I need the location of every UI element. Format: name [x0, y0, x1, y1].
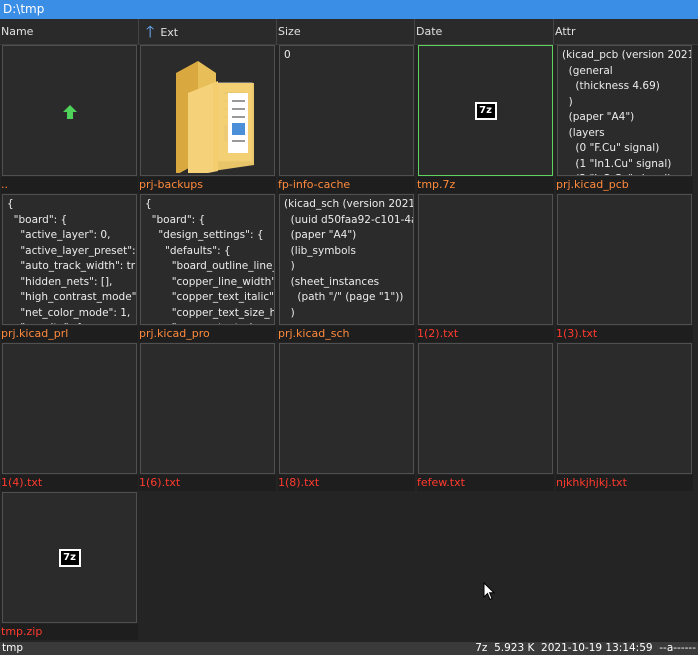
file-tile[interactable] — [418, 194, 553, 325]
file-tile[interactable] — [2, 343, 137, 474]
file-tile[interactable] — [279, 343, 414, 474]
file-name-label: tmp.7z — [417, 177, 554, 193]
column-ext-label: Ext — [160, 26, 179, 39]
status-folder: tmp — [2, 642, 24, 654]
file-name-label: njkhkjhjkj.txt — [556, 475, 693, 491]
column-header: Name 🡑 Ext Size Date Attr — [0, 19, 698, 45]
file-tile[interactable] — [140, 45, 275, 176]
archive-7z-icon: 7z — [58, 548, 81, 567]
archive-7z-icon: 7z — [474, 101, 497, 120]
file-name-label: tmp.zip — [1, 624, 138, 640]
file-name-label: 1(2).txt — [417, 326, 554, 342]
file-name-label: fefew.txt — [417, 475, 554, 491]
file-name-label: fp-info-cache — [278, 177, 415, 193]
file-name-label: 1(6).txt — [139, 475, 276, 491]
status-bar: tmp 7z 5.923 K 2021-10-19 13:14:59 --a--… — [0, 642, 698, 655]
column-attr[interactable]: Attr — [554, 19, 698, 44]
column-size[interactable]: Size — [277, 19, 415, 44]
file-tile[interactable]: (kicad_pcb (version 2021108 (general (th… — [557, 45, 692, 176]
column-size-label: Size — [278, 25, 301, 38]
column-attr-label: Attr — [555, 25, 576, 38]
text-preview: (kicad_pcb (version 2021108 (general (th… — [562, 49, 691, 175]
column-ext[interactable]: 🡑 Ext — [139, 19, 277, 44]
file-tile[interactable]: 0 — [279, 45, 414, 176]
file-name-label: prj-backups — [139, 177, 276, 193]
file-tile[interactable]: { "board": { "design_settings": { "defau… — [140, 194, 275, 325]
column-date[interactable]: Date — [415, 19, 554, 44]
file-tile[interactable] — [557, 343, 692, 474]
text-preview: (kicad_sch (version 20210621) (uuid d50f… — [284, 198, 413, 319]
sort-up-arrow-icon: 🡑 — [146, 22, 155, 41]
file-tile[interactable] — [557, 194, 692, 325]
file-tile[interactable]: 7z — [2, 492, 137, 623]
column-name[interactable]: Name — [0, 19, 139, 44]
file-tile[interactable] — [140, 343, 275, 474]
file-tile[interactable] — [418, 343, 553, 474]
file-name-label: prj.kicad_prl — [1, 326, 138, 342]
file-name-label: .. — [1, 177, 138, 193]
file-tile[interactable] — [2, 45, 137, 176]
file-name-label: prj.kicad_pcb — [556, 177, 693, 193]
file-name-label: 1(8).txt — [278, 475, 415, 491]
column-date-label: Date — [416, 25, 443, 38]
file-name-label: 1(3).txt — [556, 326, 693, 342]
text-preview: 0 — [284, 49, 291, 61]
text-preview: { "board": { "active_layer": 0, "active_… — [7, 198, 136, 324]
mouse-cursor-icon — [483, 582, 495, 601]
file-tile[interactable]: { "board": { "active_layer": 0, "active_… — [2, 194, 137, 325]
file-tile[interactable]: 7z — [418, 45, 553, 176]
file-name-label: 1(4).txt — [1, 475, 138, 491]
file-name-label: prj.kicad_pro — [139, 326, 276, 342]
text-preview: { "board": { "design_settings": { "defau… — [145, 198, 274, 324]
file-name-label: prj.kicad_sch — [278, 326, 415, 342]
column-name-label: Name — [1, 25, 34, 38]
status-file-info: 7z 5.923 K 2021-10-19 13:14:59 --a------ — [475, 642, 696, 654]
file-tile[interactable]: (kicad_sch (version 20210621) (uuid d50f… — [279, 194, 414, 325]
window-title: D:\tmp — [0, 0, 698, 19]
